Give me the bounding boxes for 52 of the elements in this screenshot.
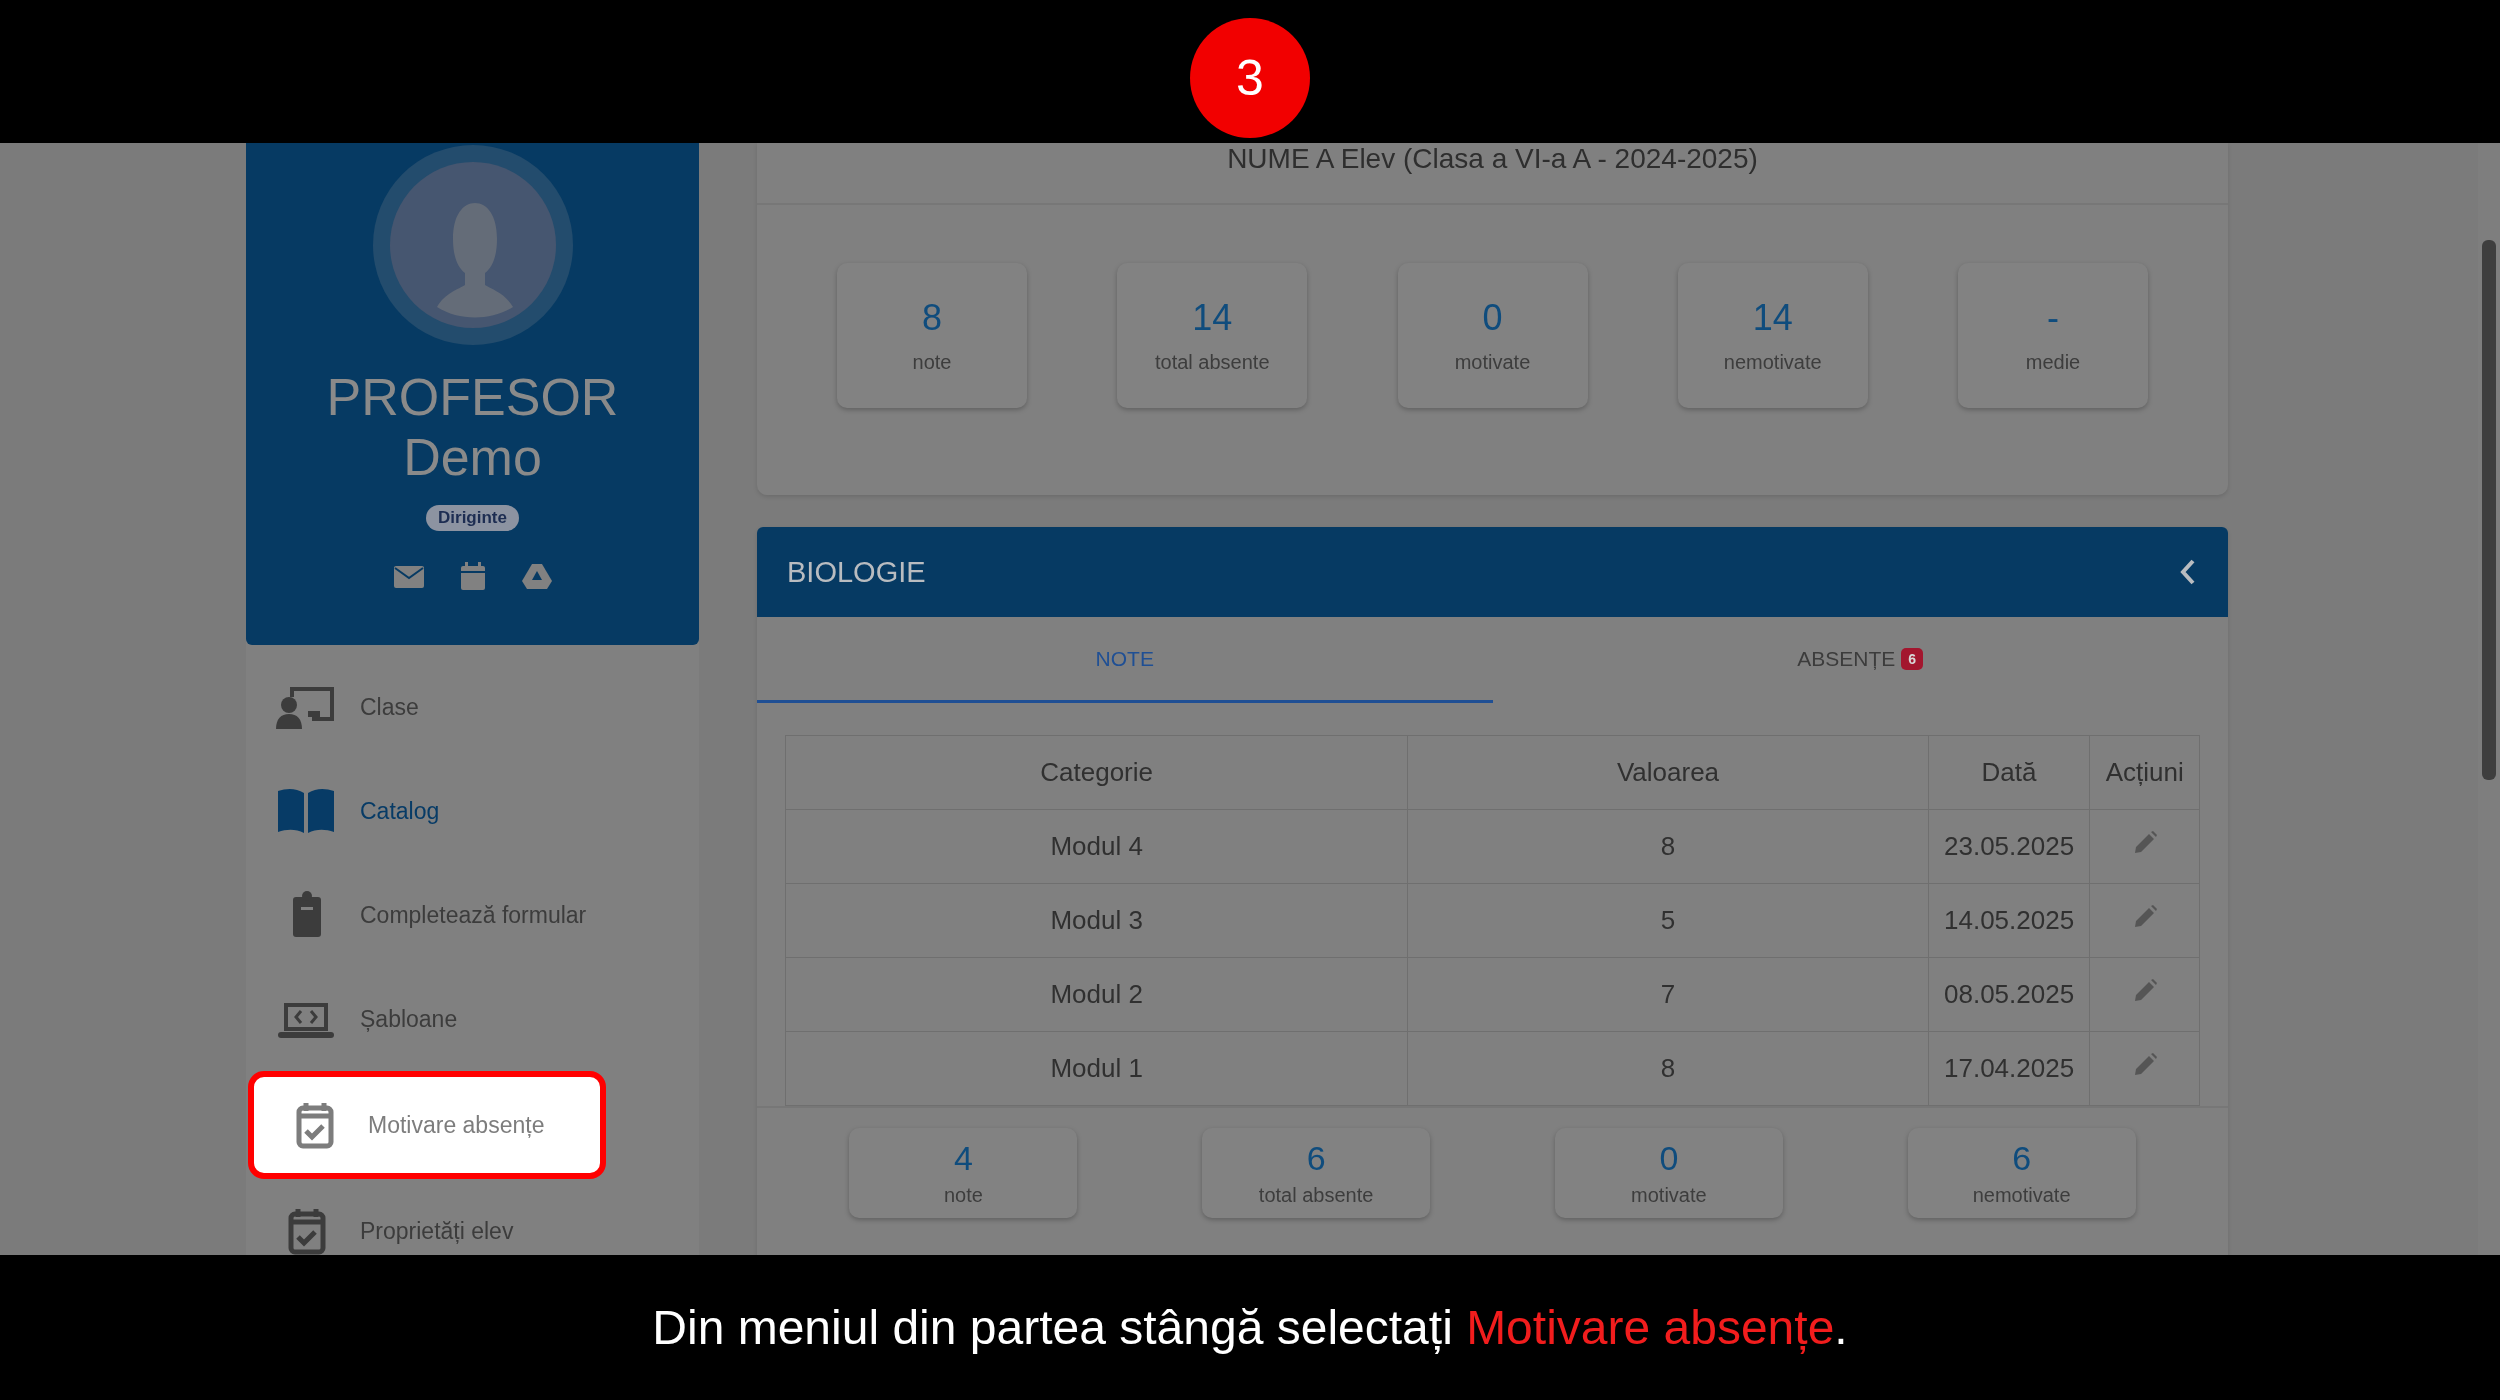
sidebar-item[interactable]: Motivare absențe [248, 1071, 606, 1179]
column-header: Valoarea [1407, 735, 1929, 810]
sidebar-item[interactable]: Șabloane [246, 967, 699, 1071]
table-cell: Modul 1 [785, 1031, 1408, 1106]
stat-label: total absente [1258, 1184, 1374, 1207]
stat-label: medie [2025, 351, 2081, 374]
table-cell: 14.05.2025 [1928, 883, 2090, 958]
column-header: Dată [1928, 735, 2090, 810]
table-cell: 5 [1407, 883, 1929, 958]
tab[interactable]: NOTE [757, 617, 1493, 703]
stat-value: - [2047, 297, 2059, 339]
profile-name: PROFESOR [326, 367, 619, 427]
step-number-badge: 3 [1190, 18, 1310, 138]
table-cell: 7 [1407, 957, 1929, 1032]
table-cell: 8 [1407, 809, 1929, 884]
stat-value: 4 [953, 1139, 973, 1178]
table-cell: Modul 2 [785, 957, 1408, 1032]
stat-label: motivate [1631, 1184, 1707, 1207]
instruction-caption: Din meniul din partea stângă selectați Motivare absențe. [652, 1300, 1848, 1355]
stat-value: 14 [1192, 297, 1233, 339]
stat-label: nemotivate [1972, 1184, 2071, 1207]
table-cell: 08.05.2025 [1928, 957, 2090, 1032]
stat-label: motivate [1454, 351, 1531, 374]
sidebar-item[interactable]: Proprietăți elev [246, 1179, 699, 1255]
drive-icon[interactable] [520, 561, 553, 591]
stat-value: 0 [1659, 1139, 1679, 1178]
role-badge: Diriginte [426, 505, 519, 531]
tab[interactable]: ABSENȚE 6 [1492, 617, 2228, 703]
stat-label: nemotivate [1723, 351, 1822, 374]
column-header: Acțiuni [2089, 735, 2200, 810]
table-cell: 23.05.2025 [1928, 809, 2090, 884]
count-badge: 6 [1901, 647, 1924, 670]
stat-label: total absente [1155, 351, 1270, 374]
sidebar-item[interactable]: Completează formular [246, 863, 699, 967]
stat-value: 8 [922, 297, 942, 339]
stat-label: note [943, 1184, 983, 1207]
student-title: NUME A Elev (Clasa a VI-a A - 2024-2025) [1227, 143, 1758, 174]
stat-value: 14 [1752, 297, 1793, 339]
subject-title: BIOLOGIE [787, 555, 926, 589]
stat-value: 0 [1482, 297, 1503, 339]
table-cell: Modul 4 [785, 809, 1408, 884]
column-header: Categorie [785, 735, 1408, 810]
stat-value: 6 [1306, 1139, 1326, 1178]
sidebar-item[interactable]: Catalog [246, 759, 699, 863]
stat-value: 6 [2012, 1139, 2032, 1178]
table-cell: 17.04.2025 [1928, 1031, 2090, 1106]
sidebar-item[interactable]: Clase [246, 655, 699, 759]
profile-name: Demo [403, 427, 542, 487]
table-cell: 8 [1407, 1031, 1929, 1106]
book-icon [276, 787, 336, 835]
table-cell: Modul 3 [785, 883, 1408, 958]
stat-label: note [912, 351, 952, 374]
